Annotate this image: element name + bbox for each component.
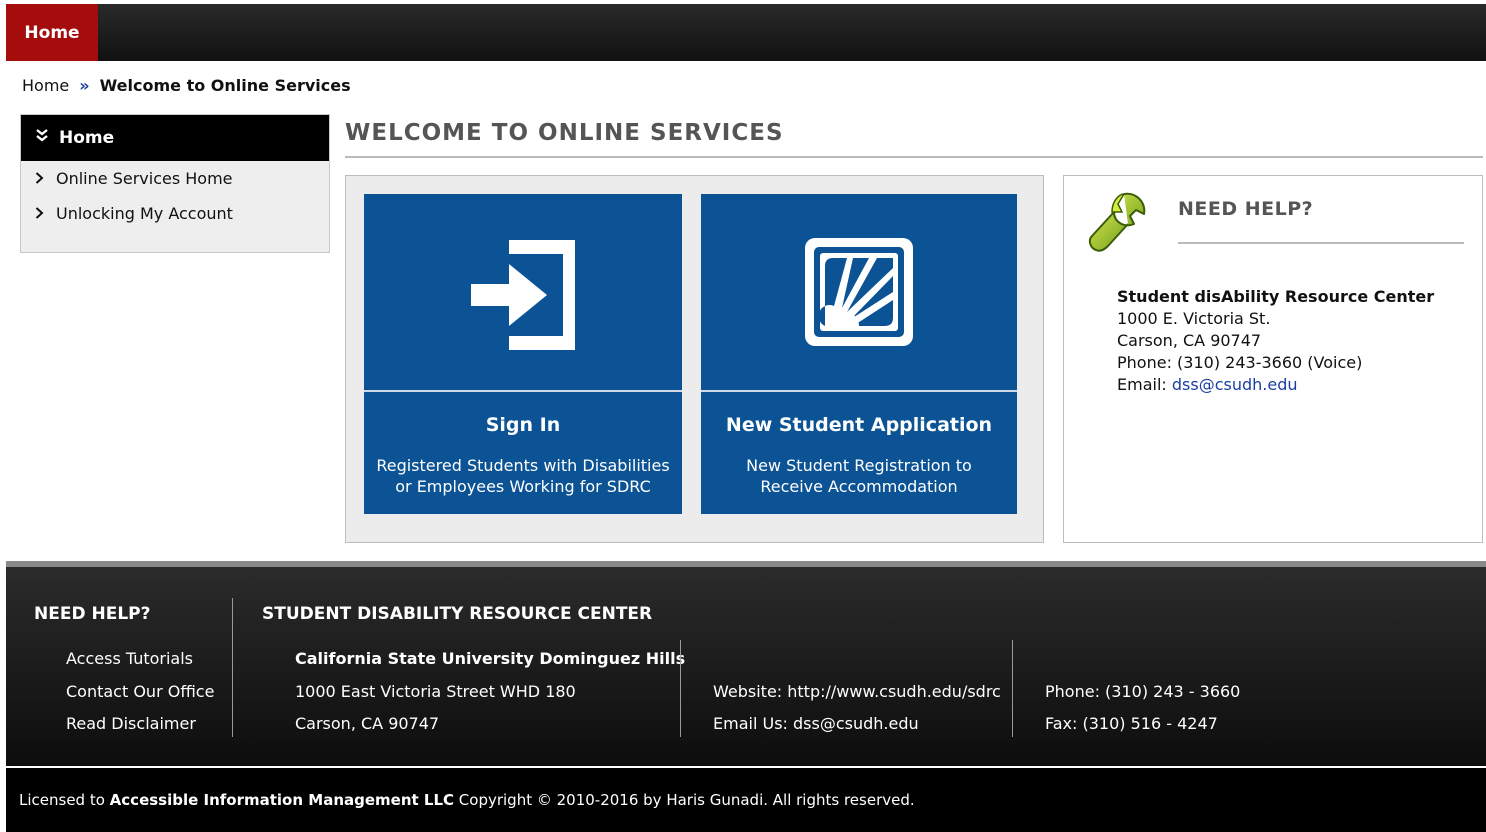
sign-in-title: Sign In — [485, 414, 561, 436]
footer-sdrc-heading: STUDENT DISABILITY RESOURCE CENTER — [262, 604, 653, 624]
sidebar-item-label: Unlocking My Account — [56, 204, 233, 223]
footer-divider — [232, 598, 233, 737]
sign-in-icon — [364, 194, 682, 390]
sidebar: Home Online Services Home Unlocking My A… — [20, 114, 330, 253]
tile-divider — [364, 390, 682, 392]
need-help-title: NEED HELP? — [1178, 198, 1314, 220]
page-title: WELCOME TO ONLINE SERVICES — [345, 120, 784, 146]
breadcrumb: Home » Welcome to Online Services — [22, 76, 351, 95]
footer-email[interactable]: Email Us: dss@csudh.edu — [713, 714, 919, 733]
top-nav-bar: Home — [6, 4, 1486, 61]
contact-info: Student disAbility Resource Center 1000 … — [1117, 286, 1434, 396]
org-name: Student disAbility Resource Center — [1117, 287, 1435, 306]
footer-university: California State University Dominguez Hi… — [295, 649, 686, 668]
license-company: Accessible Information Management LLC — [109, 791, 455, 809]
footer-divider — [680, 640, 681, 737]
read-disclaimer-link[interactable]: Read Disclaimer — [66, 714, 196, 733]
phone-line: Phone: (310) 243-3660 (Voice) — [1117, 353, 1363, 372]
email-link[interactable]: dss@csudh.edu — [1172, 375, 1298, 394]
sidebar-header[interactable]: Home — [21, 115, 329, 161]
sidebar-item-online-services-home[interactable]: Online Services Home — [21, 161, 329, 196]
new-student-application-title: New Student Application — [725, 414, 993, 436]
help-divider — [1178, 242, 1464, 244]
sign-in-description: Registered Students with Disabilities or… — [376, 456, 670, 496]
footer-city: Carson, CA 90747 — [295, 714, 440, 733]
breadcrumb-home-link[interactable]: Home — [22, 76, 69, 95]
new-student-application-tile[interactable]: New Student Application New Student Regi… — [701, 194, 1017, 514]
license-bar: Licensed to Accessible Information Manag… — [6, 768, 1486, 832]
footer-street: 1000 East Victoria Street WHD 180 — [295, 682, 576, 701]
sign-in-tile[interactable]: Sign In Registered Students with Disabil… — [364, 194, 682, 514]
new-student-application-description: New Student Registration to Receive Acco… — [746, 456, 972, 496]
email-line: Email: dss@csudh.edu — [1117, 375, 1298, 394]
access-tutorials-link[interactable]: Access Tutorials — [66, 649, 193, 668]
sidebar-item-unlocking-my-account[interactable]: Unlocking My Account — [21, 196, 329, 231]
double-chevron-down-icon — [35, 128, 49, 148]
footer-fax: Fax: (310) 516 - 4247 — [1045, 714, 1218, 733]
need-help-panel: NEED HELP? Student disAbility Resource C… — [1063, 175, 1483, 543]
license-copyright: Copyright © 2010-2016 by Haris Gunadi. A… — [454, 791, 915, 809]
breadcrumb-current: Welcome to Online Services — [99, 76, 351, 95]
footer-website[interactable]: Website: http://www.csudh.edu/sdrc — [713, 682, 1001, 701]
footer-phone: Phone: (310) 243 - 3660 — [1045, 682, 1241, 701]
address-line-1: 1000 E. Victoria St. — [1117, 309, 1271, 328]
breadcrumb-separator-icon: » — [79, 76, 90, 95]
sidebar-item-label: Online Services Home — [56, 169, 233, 188]
tile-divider — [701, 390, 1017, 392]
title-divider — [345, 156, 1483, 158]
footer: NEED HELP? Access Tutorials Contact Our … — [6, 561, 1486, 766]
address-line-2: Carson, CA 90747 — [1117, 331, 1262, 350]
wrench-icon — [1084, 188, 1154, 262]
sidebar-header-label: Home — [59, 128, 115, 148]
footer-divider — [1012, 640, 1013, 737]
footer-help-heading: NEED HELP? — [34, 604, 151, 624]
license-prefix: Licensed to — [19, 791, 110, 809]
services-tiles-panel: Sign In Registered Students with Disabil… — [345, 175, 1044, 543]
application-icon — [701, 194, 1017, 390]
chevron-right-icon — [35, 170, 44, 188]
contact-office-link[interactable]: Contact Our Office — [66, 682, 214, 701]
chevron-right-icon — [35, 205, 44, 223]
nav-home-tab[interactable]: Home — [6, 4, 98, 61]
